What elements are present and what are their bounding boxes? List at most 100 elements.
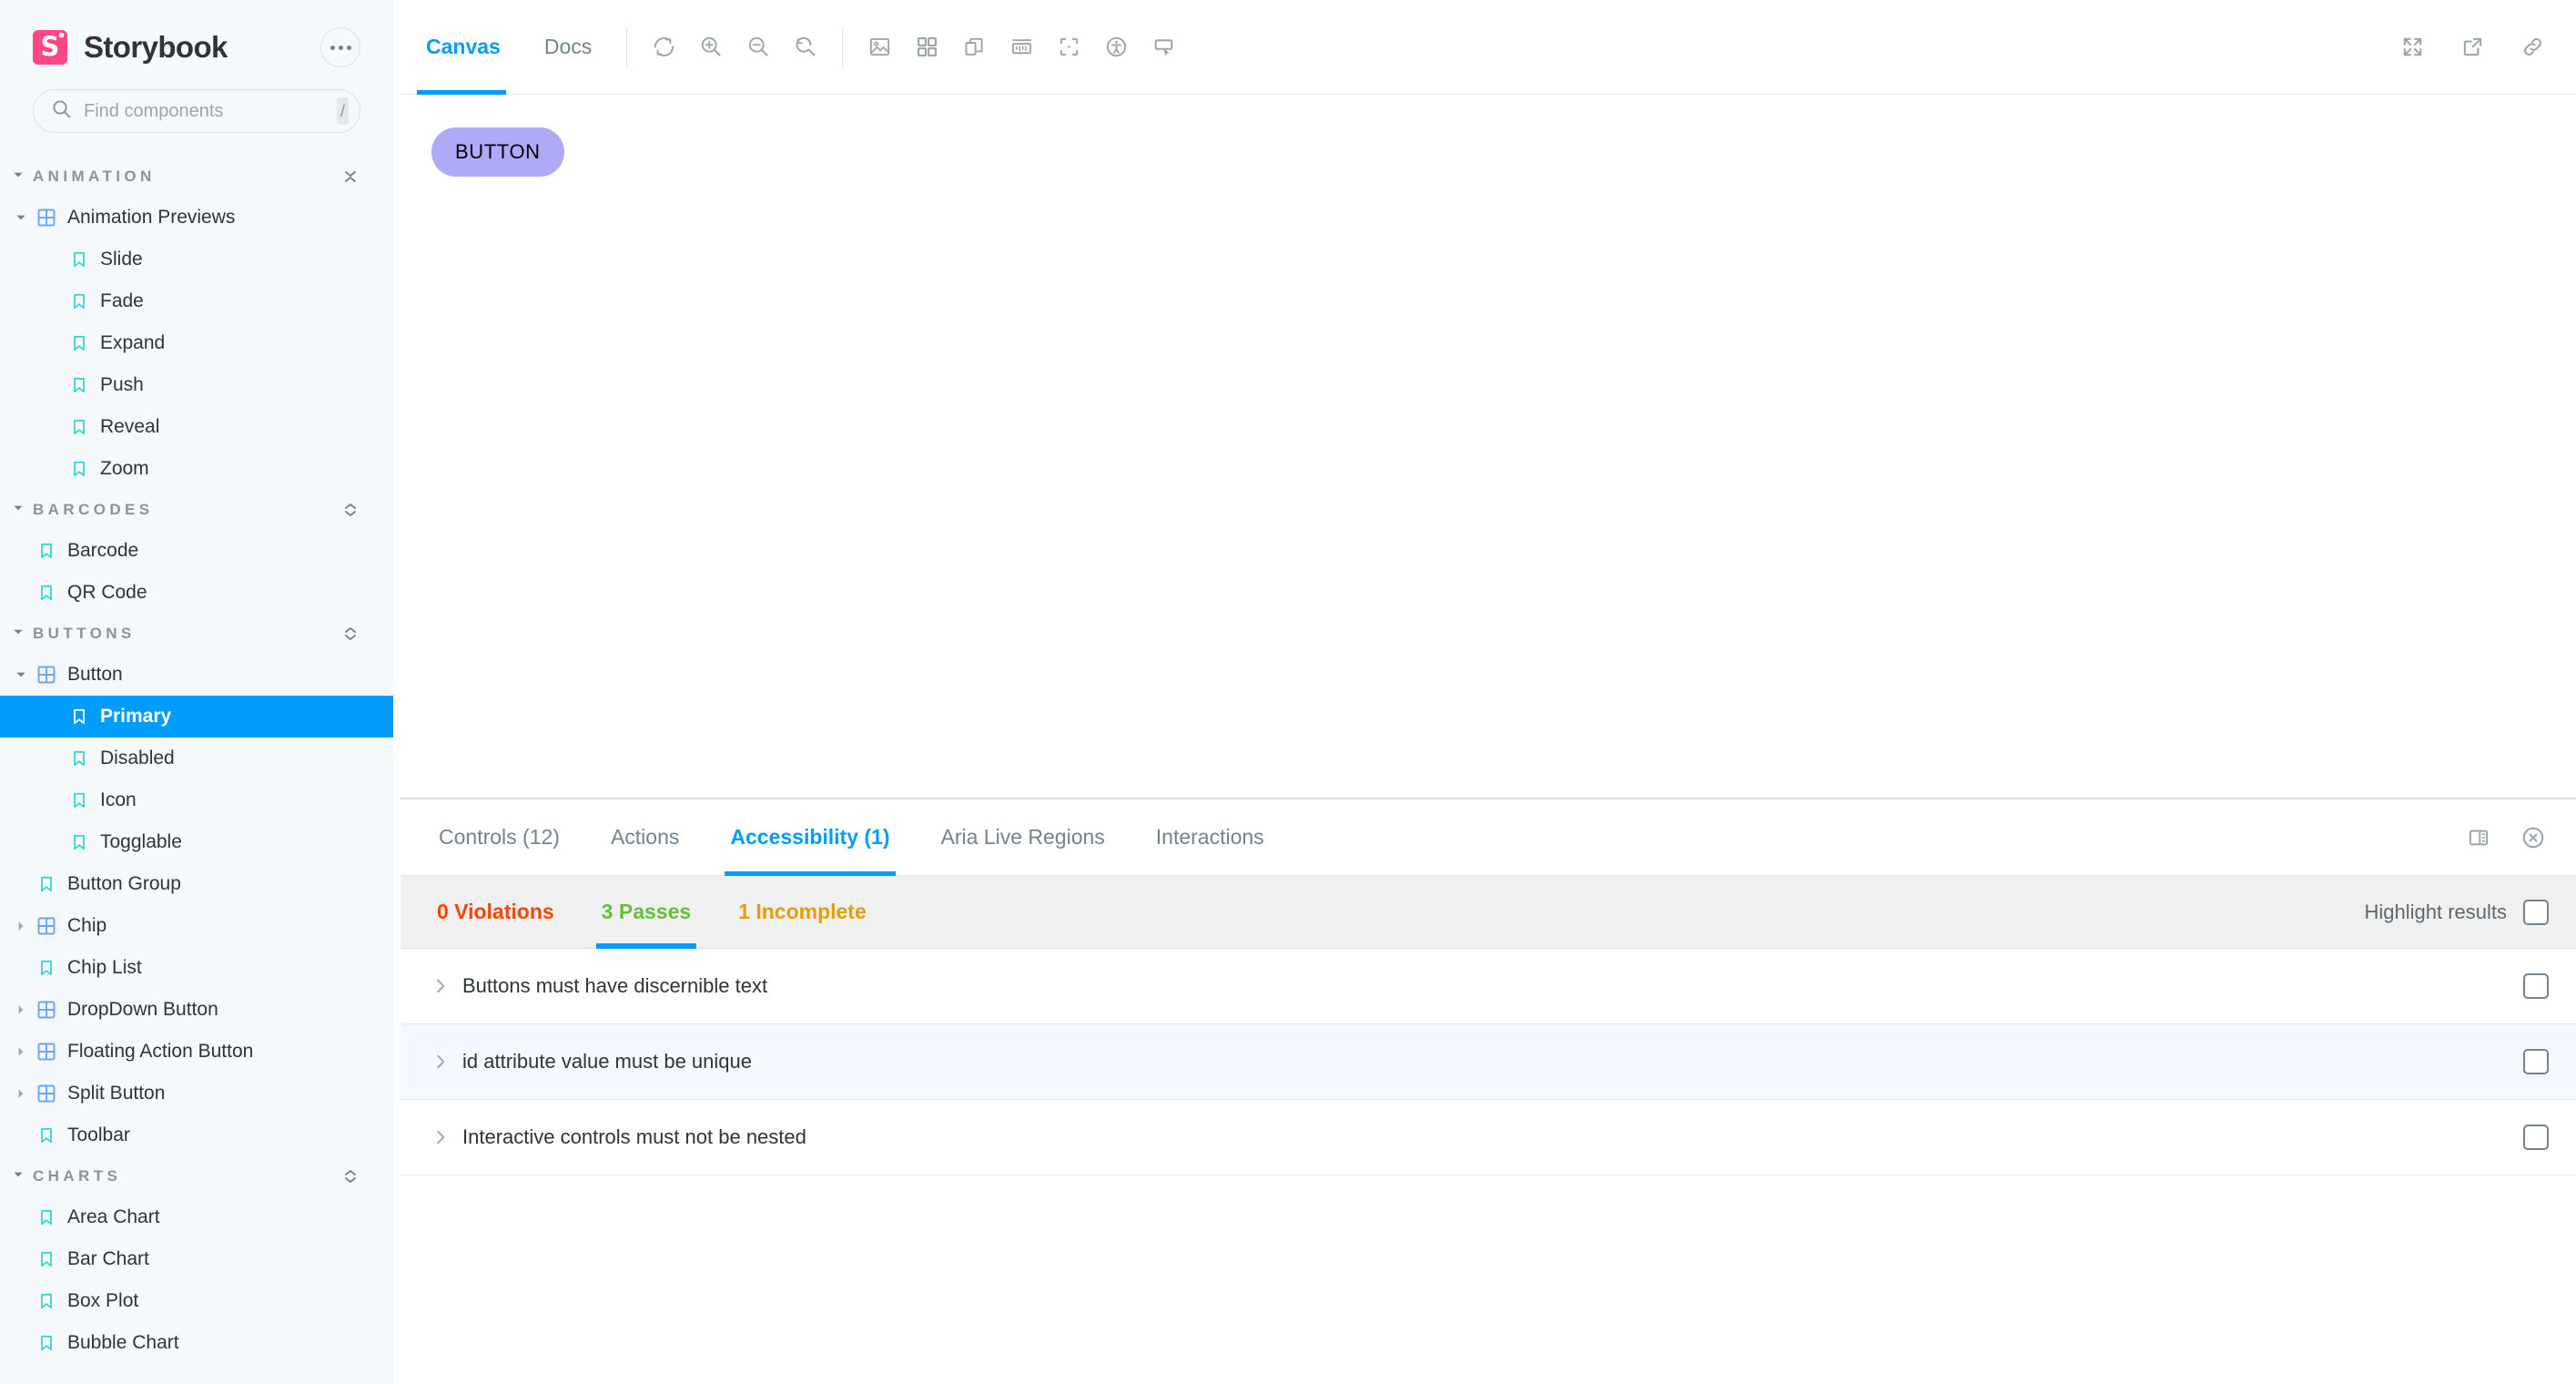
sidebar-item[interactable]: Slide (0, 239, 393, 280)
dot (330, 45, 335, 50)
a11y-tab-0-violations[interactable]: 0 Violations (413, 876, 578, 949)
story-icon (41, 1293, 52, 1309)
component-icon (33, 916, 60, 936)
chevron-right-icon[interactable] (9, 1003, 33, 1016)
viewport-icon[interactable] (950, 24, 998, 71)
sidebar-item[interactable]: Expand (0, 322, 393, 364)
chevron-right-icon[interactable] (426, 1129, 455, 1145)
search-box[interactable]: / (33, 89, 360, 133)
a11y-result-row[interactable]: Interactive controls must not be nested (401, 1100, 2576, 1175)
accessibility-icon[interactable] (1092, 24, 1140, 71)
sidebar-item[interactable]: Chip (0, 905, 393, 947)
sidebar-item[interactable]: Togglable (0, 821, 393, 863)
preview-tab-canvas[interactable]: Canvas (401, 0, 522, 95)
sidebar-item[interactable]: Animation Previews (0, 197, 393, 239)
fullscreen-icon[interactable] (2388, 24, 2436, 71)
close-panel-icon[interactable] (2510, 815, 2556, 860)
chevron-right-icon[interactable] (9, 1045, 33, 1058)
chevron-down-icon (14, 1172, 23, 1176)
ellipsis-icon[interactable] (320, 27, 360, 67)
pointer-icon[interactable] (1140, 24, 1187, 71)
zoom-in-icon[interactable] (687, 24, 735, 71)
a11y-result-row[interactable]: Buttons must have discernible text (401, 949, 2576, 1024)
component-icon (33, 1042, 60, 1062)
sidebar-item-label: Bar Chart (67, 1248, 149, 1269)
sidebar-header: S Storybook (0, 0, 393, 67)
expand-all-icon[interactable] (340, 624, 360, 644)
backgrounds-icon[interactable] (856, 24, 903, 71)
sidebar-item[interactable]: Area Chart (0, 1196, 393, 1238)
sidebar-section-title: BUTTONS (33, 625, 136, 642)
a11y-result-row[interactable]: id attribute value must be unique (401, 1024, 2576, 1100)
chevron-down-icon (16, 215, 25, 220)
highlight-results-control[interactable]: Highlight results (2364, 899, 2576, 925)
sidebar-item[interactable]: Button (0, 654, 393, 696)
measure-icon[interactable] (998, 24, 1045, 71)
search-input[interactable] (84, 100, 325, 122)
sidebar-item-selected[interactable]: Primary (0, 696, 393, 738)
sidebar-section-header[interactable]: CHARTS (0, 1156, 393, 1196)
sidebar-item[interactable]: Toolbar (0, 1114, 393, 1156)
addon-tab-controls-12[interactable]: Controls (12) (413, 799, 585, 875)
sidebar-item[interactable]: Disabled (0, 738, 393, 779)
expand-all-icon[interactable] (340, 1166, 360, 1186)
chevron-right-icon[interactable] (426, 978, 455, 994)
remount-icon[interactable] (640, 24, 687, 71)
sidebar-item[interactable]: Chip List (0, 947, 393, 989)
chevron-down-icon[interactable] (9, 211, 33, 224)
sidebar-item[interactable]: Push (0, 364, 393, 406)
chevron-down-icon[interactable] (9, 668, 33, 681)
sidebar-item[interactable]: Button Group (0, 863, 393, 905)
chevron-right-icon[interactable] (426, 1053, 455, 1070)
sidebar-item-label: Fade (100, 290, 144, 311)
expand-all-icon[interactable] (340, 500, 360, 520)
sidebar-item[interactable]: Box Plot (0, 1280, 393, 1322)
sidebar-item[interactable]: Bar Chart (0, 1238, 393, 1280)
zoom-out-icon[interactable] (735, 24, 782, 71)
addon-tab-group: Controls (12) Actions Accessibility (1) Ari… (401, 799, 2576, 876)
a11y-result-checkbox[interactable] (2523, 973, 2549, 999)
sidebar-item[interactable]: Split Button (0, 1073, 393, 1114)
copy-link-icon[interactable] (2509, 24, 2556, 71)
open-new-tab-icon[interactable] (2449, 24, 2496, 71)
chevron-right-icon[interactable] (9, 1087, 33, 1100)
panel-position-icon[interactable] (2456, 815, 2501, 860)
a11y-tab-3-passes[interactable]: 3 Passes (578, 876, 715, 949)
a11y-result-checkbox[interactable] (2523, 1124, 2549, 1150)
a11y-result-title: Interactive controls must not be nested (462, 1125, 806, 1148)
brand[interactable]: S Storybook (33, 30, 228, 65)
addon-tab-actions[interactable]: Actions (585, 799, 705, 875)
search-container: / (0, 67, 393, 133)
addon-tab-aria-live-regions[interactable]: Aria Live Regions (916, 799, 1131, 875)
sidebar-section-header[interactable]: ANIMATION (0, 157, 393, 197)
sidebar-item-label: Togglable (100, 831, 182, 852)
preview-tab-docs[interactable]: Docs (522, 0, 614, 95)
addon-tab-interactions[interactable]: Interactions (1131, 799, 1290, 875)
story-icon (33, 959, 60, 977)
chevron-right-icon[interactable] (9, 920, 33, 932)
sidebar-item[interactable]: Barcode (0, 530, 393, 572)
sidebar-item[interactable]: Fade (0, 280, 393, 322)
sidebar-item[interactable]: Zoom (0, 448, 393, 490)
expand-all-icon (345, 627, 356, 640)
a11y-result-checkbox[interactable] (2523, 1049, 2549, 1074)
outline-icon[interactable] (1045, 24, 1092, 71)
story-icon (74, 251, 85, 268)
zoom-reset-icon[interactable] (782, 24, 829, 71)
sidebar-item[interactable]: Floating Action Button (0, 1031, 393, 1073)
sidebar-section-header[interactable]: BUTTONS (0, 614, 393, 654)
story-primary-button[interactable]: BUTTON (431, 127, 564, 177)
sidebar-item[interactable]: QR Code (0, 572, 393, 614)
story-icon (66, 250, 93, 269)
addon-tab-accessibility-1[interactable]: Accessibility (1) (705, 799, 915, 876)
grid-icon[interactable] (903, 24, 950, 71)
highlight-results-checkbox[interactable] (2523, 899, 2549, 925)
sidebar-item[interactable]: Bubble Chart (0, 1322, 393, 1364)
sidebar-item[interactable]: Reveal (0, 406, 393, 448)
sidebar-item[interactable]: Icon (0, 779, 393, 821)
sidebar-section-header[interactable]: BARCODES (0, 490, 393, 530)
sidebar-item[interactable]: DropDown Button (0, 989, 393, 1031)
collapse-all-icon[interactable] (340, 167, 360, 187)
a11y-tab-1-incomplete[interactable]: 1 Incomplete (715, 876, 890, 949)
search-icon (52, 99, 72, 124)
